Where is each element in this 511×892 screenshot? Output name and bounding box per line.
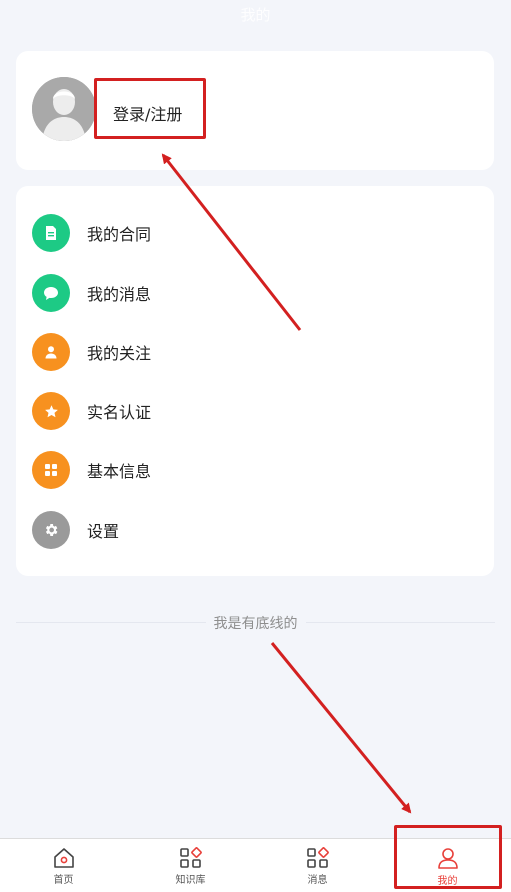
- message-icon: [306, 846, 329, 868]
- menu-item-label: 实名认证: [87, 403, 152, 422]
- document-icon: [32, 214, 70, 252]
- menu-item-label: 设置: [87, 522, 120, 541]
- menu-item-label: 我的消息: [87, 285, 152, 304]
- gear-icon: [32, 511, 70, 549]
- menu-item-label: 我的合同: [87, 225, 152, 244]
- home-icon: [53, 847, 74, 868]
- tab-knowledge-base[interactable]: 知识库: [127, 839, 254, 892]
- menu-item-following[interactable]: 我的关注: [32, 332, 472, 372]
- annotation-box-login: [94, 78, 206, 139]
- arrow-to-profile-tab: [270, 642, 412, 814]
- chat-bubble-icon: [32, 274, 70, 312]
- tab-messages[interactable]: 消息: [254, 839, 381, 892]
- avatar[interactable]: [32, 77, 96, 141]
- annotation-box-profile-tab: [394, 825, 502, 889]
- star-icon: [32, 392, 70, 430]
- menu-item-settings[interactable]: 设置: [32, 510, 472, 550]
- profile-card: [16, 51, 494, 170]
- knowledge-icon: [179, 846, 202, 868]
- menu-item-label: 基本信息: [87, 462, 152, 481]
- menu-item-contracts[interactable]: 我的合同: [32, 213, 472, 253]
- avatar-placeholder-icon: [32, 77, 96, 141]
- menu-item-basic-info[interactable]: 基本信息: [32, 450, 472, 490]
- menu-item-messages[interactable]: 我的消息: [32, 273, 472, 313]
- menu-item-verification[interactable]: 实名认证: [32, 391, 472, 431]
- tab-home[interactable]: 首页: [0, 839, 127, 892]
- grid-icon: [32, 451, 70, 489]
- user-icon: [32, 333, 70, 371]
- page-title: 我的: [240, 6, 271, 24]
- end-of-list-text: 我是有底线的: [0, 613, 511, 633]
- menu-item-label: 我的关注: [87, 344, 152, 363]
